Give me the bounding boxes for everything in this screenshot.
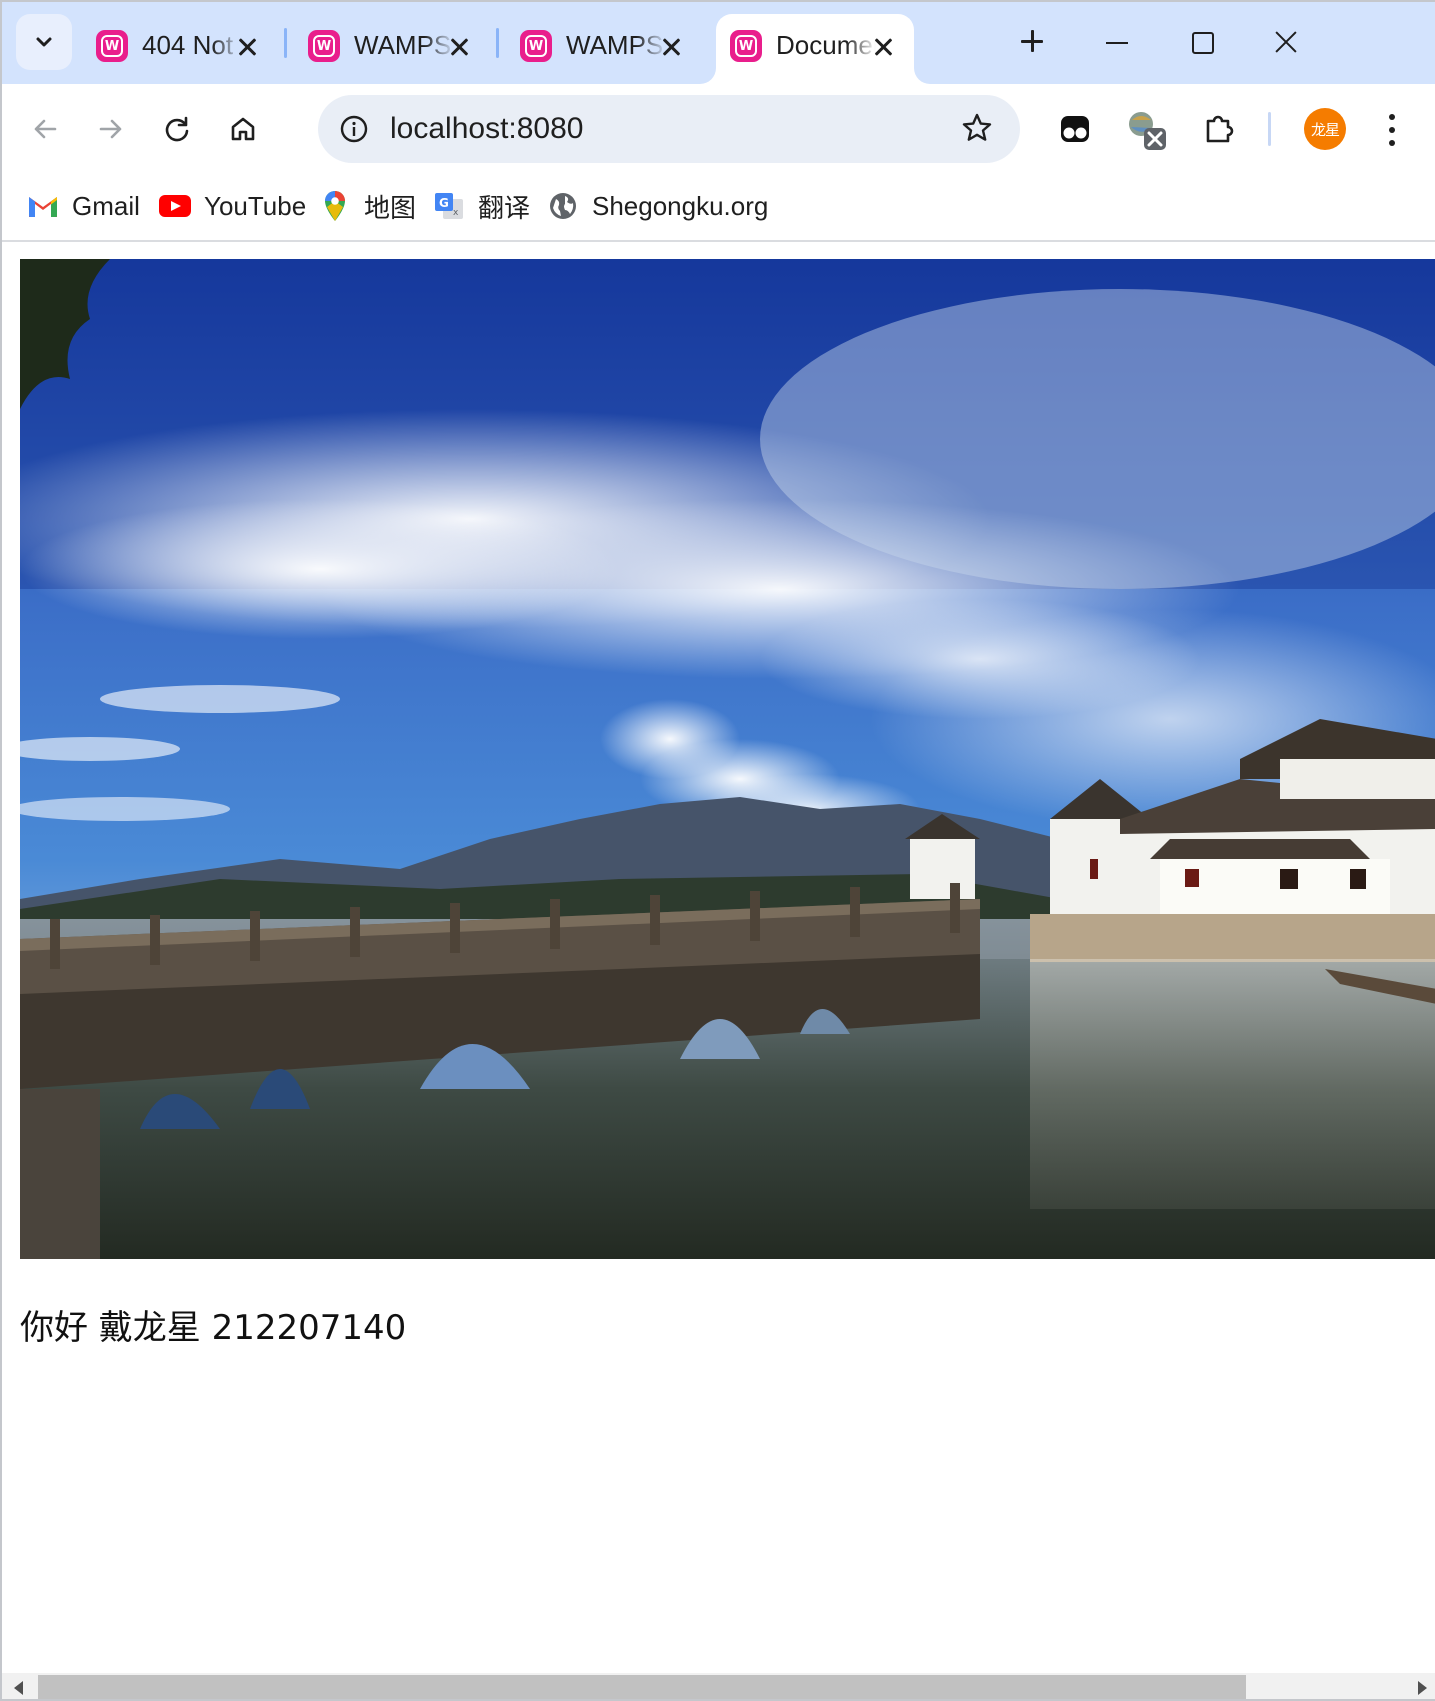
bookmarks-bar: Gmail YouTube 地图 Gx 翻译 Shegongku.org (2, 174, 1435, 242)
tab-close-icon[interactable] (660, 36, 682, 58)
chevron-down-icon (36, 37, 52, 47)
tab-close-icon[interactable] (448, 36, 470, 58)
navigation-toolbar: localhost:8080 龙星 (2, 84, 1435, 174)
bookmark-label: Gmail (72, 190, 140, 221)
svg-text:x: x (453, 208, 459, 218)
url-text[interactable]: localhost:8080 (390, 112, 583, 146)
maps-icon (318, 189, 352, 223)
tab-404[interactable]: W 404 Not Found (70, 14, 282, 84)
tab-search-button[interactable] (16, 14, 72, 70)
gmail-icon (26, 189, 60, 223)
scroll-right-arrow-icon[interactable] (1418, 1681, 1427, 1695)
svg-text:G: G (439, 196, 449, 210)
extensions-puzzle-icon[interactable] (1196, 106, 1242, 152)
new-tab-button[interactable] (1014, 24, 1050, 60)
browser-window: W 404 Not Found W WAMPSERVER W WAMPSERVE… (0, 0, 1435, 1701)
bookmark-star-icon[interactable] (960, 111, 994, 150)
greeting-text: 你好 戴龙星 212207140 (20, 1308, 407, 1348)
back-arrow-icon (34, 119, 57, 139)
page-content: 你好 戴龙星 212207140 (2, 242, 1435, 1673)
toolbar-divider (1268, 112, 1271, 146)
bookmark-youtube[interactable]: YouTube (158, 186, 306, 226)
more-menu-icon[interactable] (1382, 110, 1402, 150)
minimize-button[interactable] (1096, 20, 1140, 64)
scrollbar-thumb[interactable] (38, 1675, 1246, 1699)
bookmark-label: YouTube (204, 190, 307, 221)
horizontal-scrollbar[interactable] (2, 1673, 1435, 1699)
bookmark-label: Shegongku.org (592, 190, 769, 221)
wamp-favicon-icon: W (520, 30, 552, 62)
tab-strip: W 404 Not Found W WAMPSERVER W WAMPSERVE… (2, 2, 1435, 84)
bookmark-gmail[interactable]: Gmail (26, 186, 140, 226)
close-window-button[interactable] (1264, 20, 1308, 64)
reload-icon (165, 116, 189, 142)
landscape-photo (20, 259, 1435, 1259)
wamp-favicon-icon: W (308, 30, 340, 62)
extension-disabled-icon[interactable] (1124, 106, 1170, 152)
profile-avatar[interactable]: 龙星 (1304, 108, 1346, 150)
tab-title: WAMPSERVER (566, 30, 666, 60)
scroll-left-arrow-icon[interactable] (14, 1681, 23, 1695)
youtube-icon (158, 189, 192, 223)
tab-title: Document (776, 30, 876, 60)
bookmark-label: 地图 (364, 192, 417, 223)
bookmark-maps[interactable]: 地图 (318, 186, 416, 226)
address-bar[interactable]: localhost:8080 (318, 95, 1020, 163)
tampermonkey-extension-icon[interactable] (1052, 106, 1098, 152)
tab-title: WAMPSERVER (354, 30, 454, 60)
back-button[interactable] (22, 106, 68, 152)
tab-title: 404 Not Found (142, 30, 242, 60)
wamp-favicon-icon: W (96, 30, 128, 62)
reload-button[interactable] (154, 106, 200, 152)
forward-arrow-icon (99, 119, 122, 139)
forward-button[interactable] (88, 106, 134, 152)
globe-icon (546, 189, 580, 223)
wamp-favicon-icon: W (730, 30, 762, 62)
tab-close-icon[interactable] (872, 36, 894, 58)
bookmark-translate[interactable]: Gx 翻译 (432, 186, 530, 226)
maximize-button[interactable] (1180, 20, 1224, 64)
tab-wampserver-1[interactable]: W WAMPSERVER (282, 14, 494, 84)
home-icon (231, 117, 255, 141)
home-button[interactable] (220, 106, 266, 152)
tab-document[interactable]: W Document (716, 14, 914, 84)
site-info-icon[interactable] (336, 111, 372, 147)
bookmark-label: 翻译 (478, 192, 531, 223)
tab-close-icon[interactable] (236, 36, 258, 58)
bookmark-shegongku[interactable]: Shegongku.org (546, 186, 768, 226)
tab-wampserver-2[interactable]: W WAMPSERVER (494, 14, 706, 84)
translate-icon: Gx (432, 189, 466, 223)
